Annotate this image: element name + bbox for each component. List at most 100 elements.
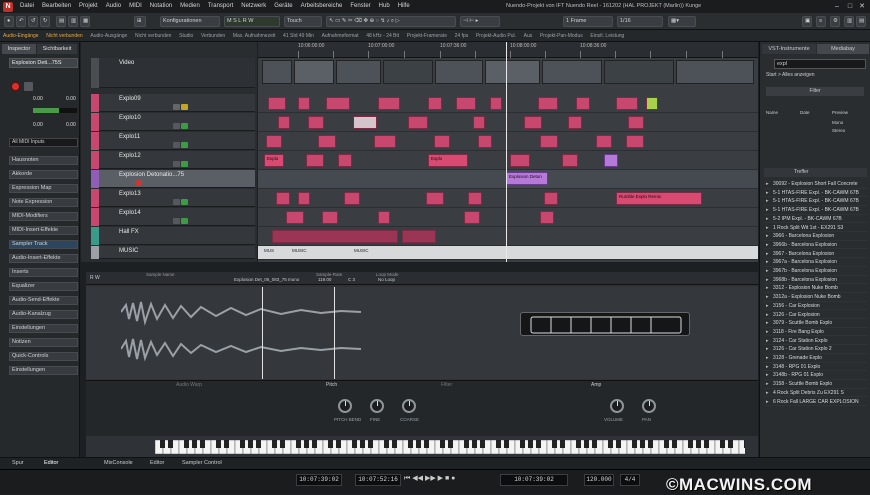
edit-r-w-buttons[interactable]: R W — [90, 275, 100, 281]
black-key[interactable] — [248, 440, 253, 448]
section-note-expression[interactable]: Note Expression — [9, 198, 78, 207]
track-explosion-detonation[interactable]: Explosion Detonatio...75 — [91, 170, 255, 188]
media-result-item[interactable]: 1 Rock Split Wit 1st - EX291 S3 — [764, 224, 867, 232]
black-key[interactable] — [416, 440, 421, 448]
menu-fenster[interactable]: Fenster — [346, 0, 374, 13]
mixer-icon[interactable]: ≡ — [816, 16, 826, 27]
black-key[interactable] — [592, 440, 597, 448]
menu-projekt[interactable]: Projekt — [75, 0, 102, 13]
black-key[interactable] — [528, 440, 533, 448]
tab-spur[interactable]: Spur — [12, 460, 24, 466]
track-video[interactable]: Video — [91, 58, 255, 88]
media-icon[interactable]: ▣ — [802, 16, 812, 27]
black-key[interactable] — [200, 440, 205, 448]
section-notes[interactable]: Notizen — [9, 338, 78, 347]
media-result-item[interactable]: 3118 - Fire Bang Explo — [764, 328, 867, 337]
menu-midi[interactable]: MIDI — [125, 0, 146, 13]
black-key[interactable] — [504, 440, 509, 448]
redo-icon[interactable]: ↻ — [40, 16, 50, 27]
close-icon[interactable]: ✕ — [857, 2, 867, 11]
menu-audio[interactable]: Audio — [102, 0, 125, 13]
constrain-icon[interactable]: ↶ — [16, 16, 26, 27]
media-result-item[interactable]: 5-1 HTAS-FIRE Expl. - BK-CAWM 67B — [764, 189, 867, 198]
menu-geraete[interactable]: Geräte — [270, 0, 296, 13]
media-result-item[interactable]: 3967 - Barcelona Explosion — [764, 250, 867, 259]
black-key[interactable] — [472, 440, 477, 448]
tab-vst-instruments[interactable]: VST-Instrumente — [762, 44, 816, 54]
black-key[interactable] — [696, 440, 701, 448]
media-result-item[interactable]: 5-1 HTAS-FIRE Expl. - BK-CAWM 67B — [764, 197, 867, 206]
media-result-item[interactable]: 3967b - Barcelona Explosion — [764, 267, 867, 276]
black-key[interactable] — [272, 440, 277, 448]
attr-mono[interactable]: Mono — [832, 120, 843, 125]
black-key[interactable] — [360, 440, 365, 448]
media-result-item[interactable]: 5-1 HTAS-FIRE Expl. - BK-CAWM 67B — [764, 206, 867, 215]
black-key[interactable] — [576, 440, 581, 448]
signature-display[interactable]: 4/4 — [620, 474, 640, 486]
black-key[interactable] — [368, 440, 373, 448]
snap-mode[interactable]: ⊣ ⊢ ▸ — [460, 16, 500, 27]
menu-hub[interactable]: Hub — [375, 0, 394, 13]
track-hall-fx[interactable]: Hall FX — [91, 227, 255, 245]
black-key[interactable] — [520, 440, 525, 448]
black-key[interactable] — [224, 440, 229, 448]
black-key[interactable] — [448, 440, 453, 448]
black-key[interactable] — [328, 440, 333, 448]
inspector-track-name[interactable]: Explosion Deti...75S — [9, 58, 78, 68]
black-key[interactable] — [408, 440, 413, 448]
media-result-item[interactable]: 3156 - Car Explosion — [764, 302, 867, 311]
pitchbend-knob[interactable] — [338, 399, 352, 413]
zone-icon[interactable]: ▤ — [856, 16, 866, 27]
black-key[interactable] — [552, 440, 557, 448]
tempo-display[interactable]: 120.000 — [584, 474, 614, 486]
tab-editor-2[interactable]: Editor — [150, 460, 164, 466]
section-inserts[interactable]: Inserts — [9, 268, 78, 277]
media-result-item[interactable]: 3148b - RPG 01 Explo — [764, 371, 867, 380]
black-key[interactable] — [304, 440, 309, 448]
menu-arbeitsbereiche[interactable]: Arbeitsbereiche — [297, 0, 347, 13]
section-midi-modifiers[interactable]: MIDI-Modifiers — [9, 212, 78, 221]
loop-start-marker[interactable] — [262, 287, 263, 379]
black-key[interactable] — [648, 440, 653, 448]
maximize-icon[interactable]: □ — [845, 2, 855, 11]
black-key[interactable] — [216, 440, 221, 448]
tab-mixconsole[interactable]: MixConsole — [104, 460, 133, 466]
media-result-item[interactable]: 3967a - Barcelona Explosion — [764, 258, 867, 267]
menu-notation[interactable]: Notation — [146, 0, 176, 13]
black-key[interactable] — [616, 440, 621, 448]
black-key[interactable] — [240, 440, 245, 448]
workspace-icon[interactable]: ⊞ — [134, 16, 146, 27]
monitor-icon[interactable] — [24, 82, 33, 91]
track-explo09[interactable]: Explo09 — [91, 94, 255, 112]
section-audio-send[interactable]: Audio-Send-Effekte — [9, 296, 78, 305]
media-result-item[interactable]: 3966b - Barcelona Explosion — [764, 241, 867, 250]
project-window-events[interactable]: 10:06:00:00 10:07:00:00 10:07:36:00 10:0… — [258, 42, 758, 262]
black-key[interactable] — [640, 440, 645, 448]
menu-medien[interactable]: Medien — [176, 0, 204, 13]
black-key[interactable] — [608, 440, 613, 448]
right-zone-icon[interactable]: ▦ — [80, 16, 90, 27]
attr-stereo[interactable]: Stereo — [832, 128, 845, 133]
mediabay-path[interactable]: Start > Alles anzeigen — [766, 72, 815, 78]
black-key[interactable] — [496, 440, 501, 448]
mediabay-filter-header[interactable]: Filter — [766, 87, 864, 96]
section-expression-map[interactable]: Expression Map — [9, 184, 78, 193]
automation-mode[interactable]: Touch — [284, 16, 322, 27]
volume-knob[interactable] — [610, 399, 624, 413]
media-result-item[interactable]: 3312 - Explosion Nuke Bomb — [764, 284, 867, 293]
sample-waveform[interactable] — [86, 287, 758, 379]
primary-time-display[interactable]: 10:07:39:02 — [500, 474, 568, 486]
section-equalizer[interactable]: Equalizer — [9, 282, 78, 291]
media-result-item[interactable]: 3124 - Car Station Explo — [764, 337, 867, 346]
playhead-cursor[interactable] — [506, 42, 507, 262]
section-hausnoten[interactable]: Hausnoten — [9, 156, 78, 165]
media-result-item[interactable]: 3128 - Grenade Explo — [764, 354, 867, 363]
section-settings[interactable]: Einstellungen — [9, 324, 78, 333]
black-key[interactable] — [256, 440, 261, 448]
mute-solo-listen-buttons[interactable]: M S L R W — [224, 16, 280, 27]
mediabay-search[interactable]: expl — [774, 59, 866, 69]
media-result-item[interactable]: 5-2 IPM Expl. - BK-CAWM 67B — [764, 215, 867, 224]
track-music[interactable]: MUSIC — [91, 246, 255, 259]
media-result-item[interactable]: 3158 - Scuttle Bomb Explo — [764, 380, 867, 389]
black-key[interactable] — [536, 440, 541, 448]
